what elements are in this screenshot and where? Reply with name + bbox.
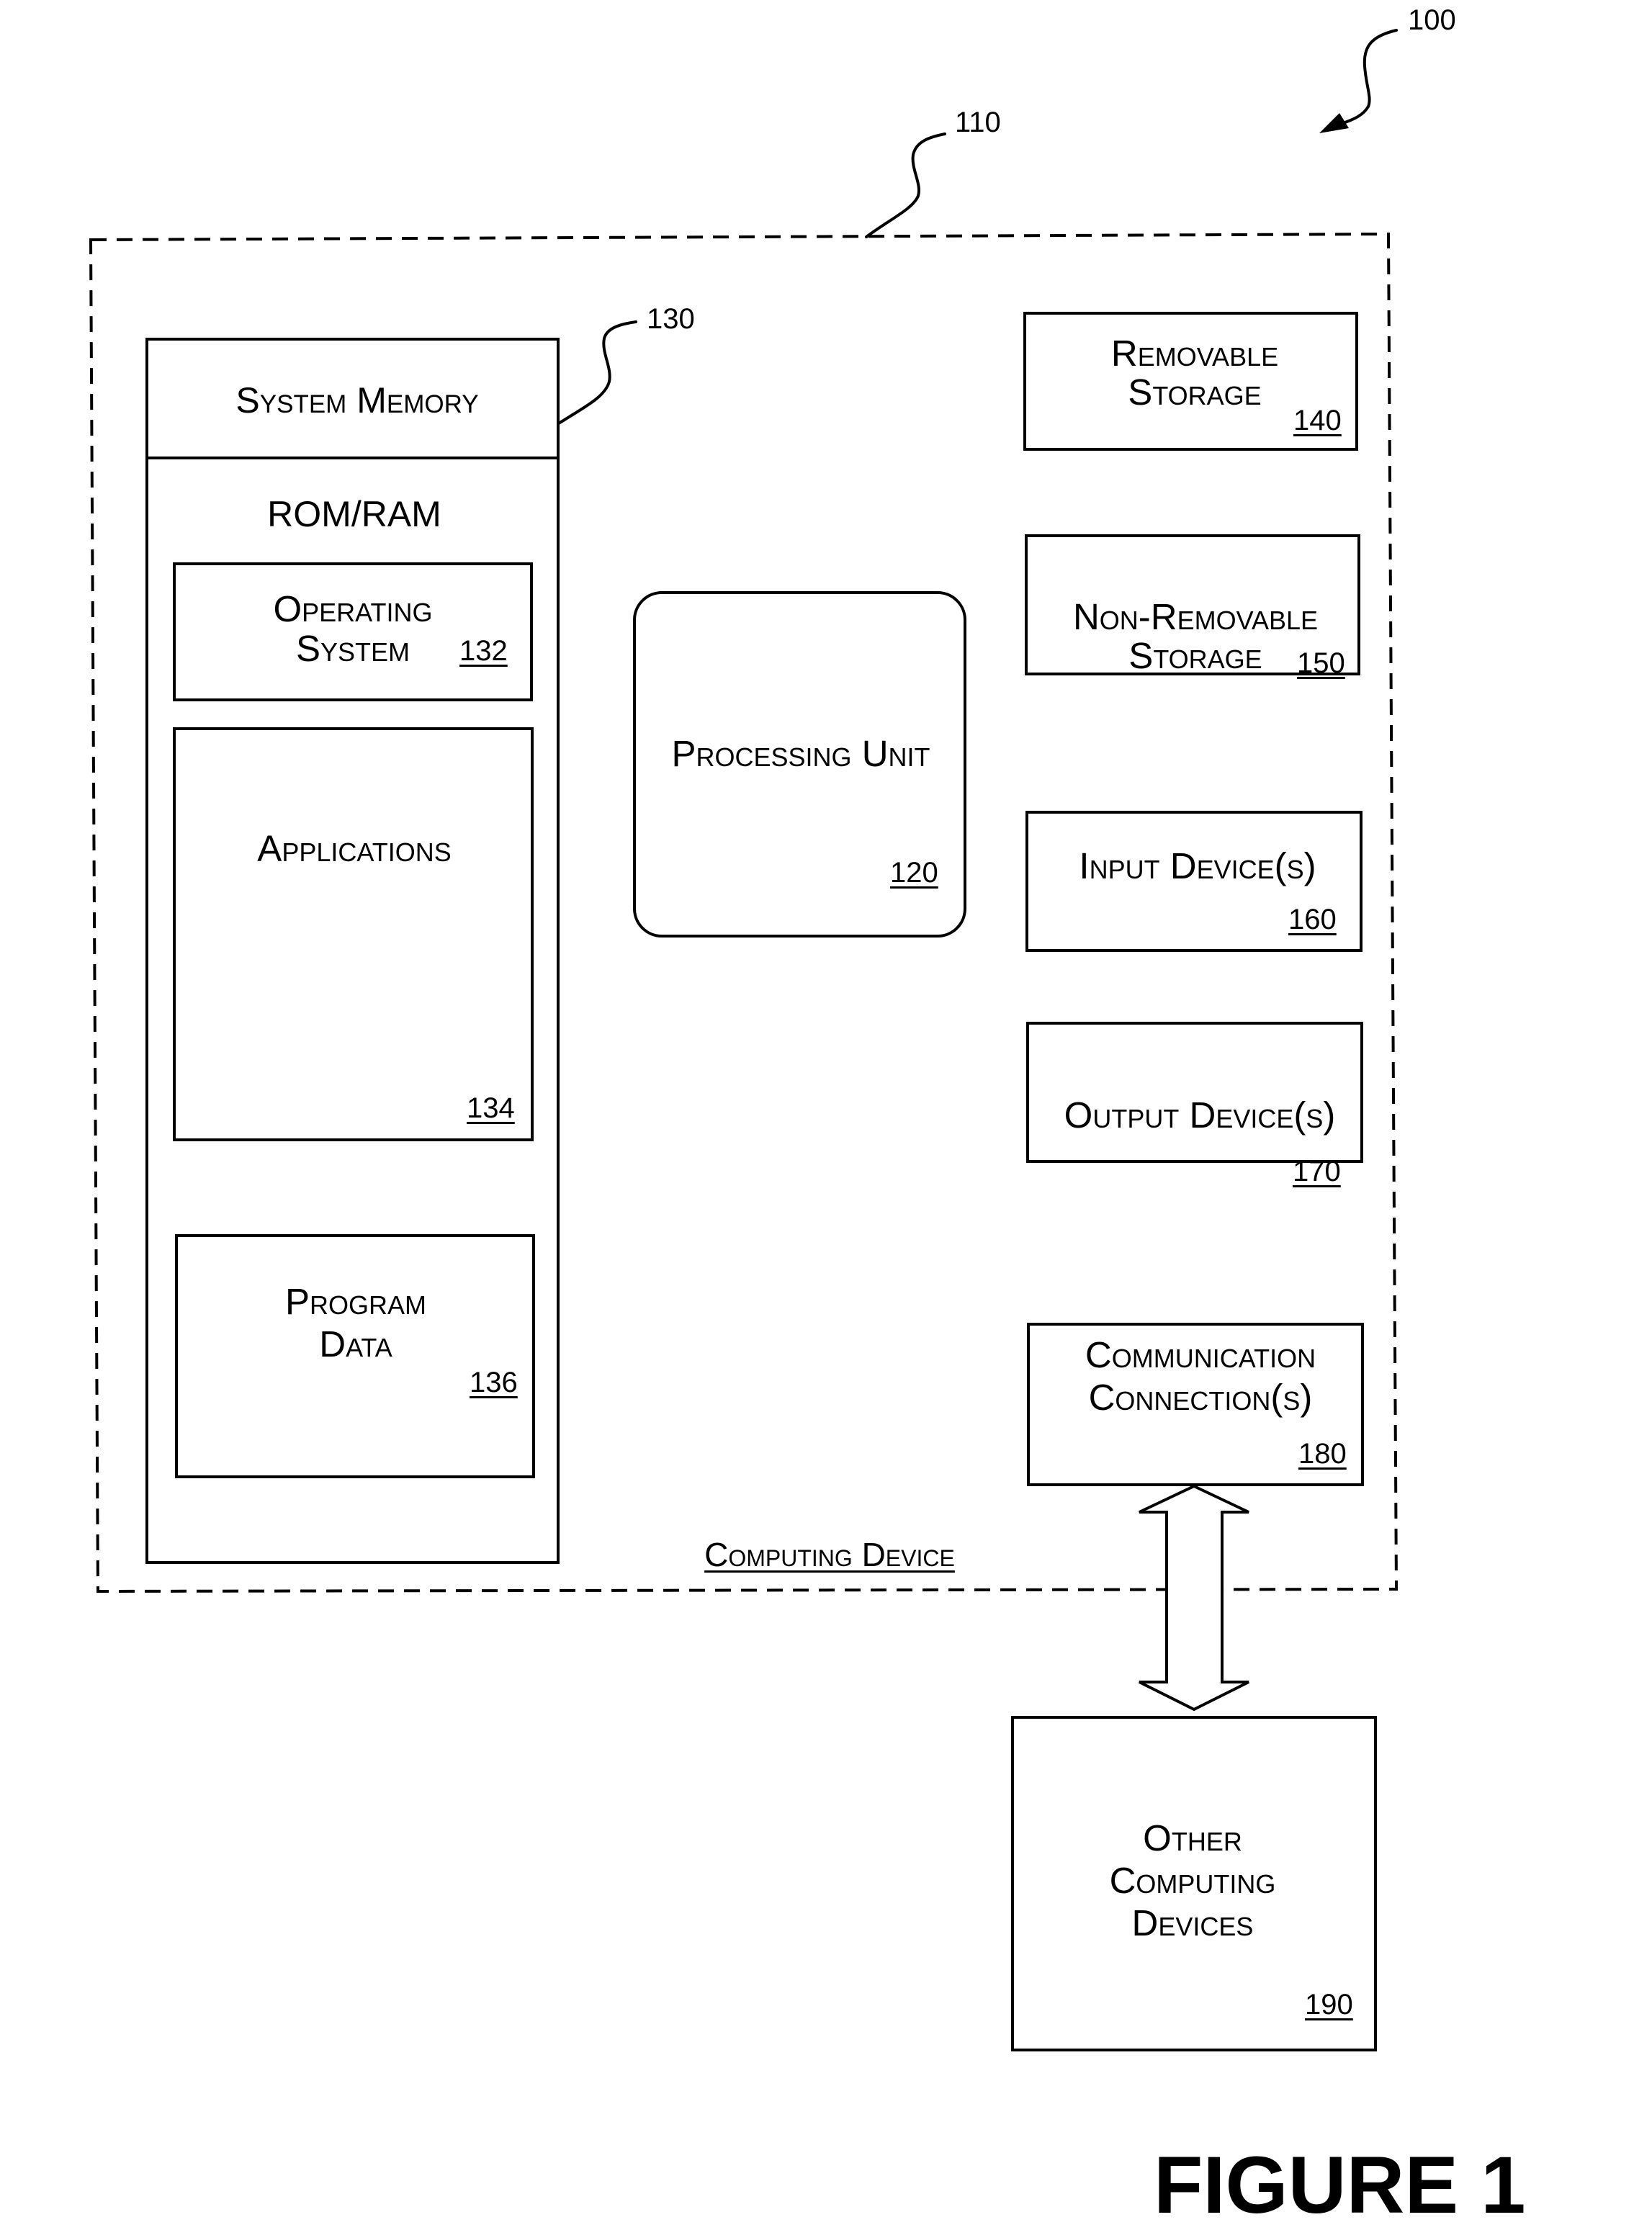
operating-system-ref: 132 [459,635,508,667]
callout-130: 130 [647,303,695,335]
input-devices-ref: 160 [1288,904,1337,935]
removable-storage-label-line1: Removable [1110,333,1279,374]
diagram-canvas [89,29,1399,2051]
output-devices-box [1026,1022,1363,1163]
applications-label: Applications [257,828,452,869]
other-computing-devices-label-line3: Devices [1131,1902,1254,1943]
callout-110-leader [865,132,946,238]
callout-130-leader [557,320,637,425]
computing-device-label: Computing Device [704,1536,955,1573]
operating-system-label-line2: System [295,628,410,669]
non-removable-storage-ref: 150 [1297,647,1345,679]
output-devices-label: Output Device(s) [1064,1094,1336,1136]
applications-ref: 134 [467,1092,515,1124]
processing-unit-ref: 120 [890,857,938,889]
operating-system-label-line1: Operating [273,588,433,629]
communication-connections-label-line1: Communication [1085,1334,1316,1375]
callout-110: 110 [955,107,1001,138]
non-removable-storage-label-line1: Non-Removable [1072,596,1319,637]
removable-storage-label-line2: Storage [1128,372,1262,413]
program-data-label-line1: Program [284,1281,427,1322]
callout-100: 100 [1408,4,1456,36]
callout-100-arrowhead-icon [1319,113,1349,133]
communication-connections-ref: 180 [1298,1438,1347,1470]
program-data-ref: 136 [470,1367,518,1398]
communication-connections-label-line2: Connection(s) [1088,1377,1313,1418]
other-computing-devices-label-line1: Other [1143,1817,1242,1858]
figure-title: FIGURE 1 [1154,2140,1526,2230]
applications-box [173,727,534,1141]
processing-unit-label: Processing Unit [671,733,930,774]
output-devices-ref: 170 [1293,1156,1341,1187]
other-computing-devices-label-line2: Computing [1109,1860,1276,1901]
callout-100-leader [1339,29,1398,125]
rom-ram-label: ROM/RAM [267,494,441,534]
bidirectional-arrow-icon [1139,1484,1249,1712]
system-memory-header: System Memory [235,380,479,421]
non-removable-storage-label-line2: Storage [1128,635,1262,676]
other-computing-devices-ref: 190 [1305,1989,1353,2020]
program-data-label-line2: Data [319,1323,392,1364]
input-devices-label: Input Device(s) [1079,845,1316,886]
removable-storage-ref: 140 [1293,405,1342,436]
